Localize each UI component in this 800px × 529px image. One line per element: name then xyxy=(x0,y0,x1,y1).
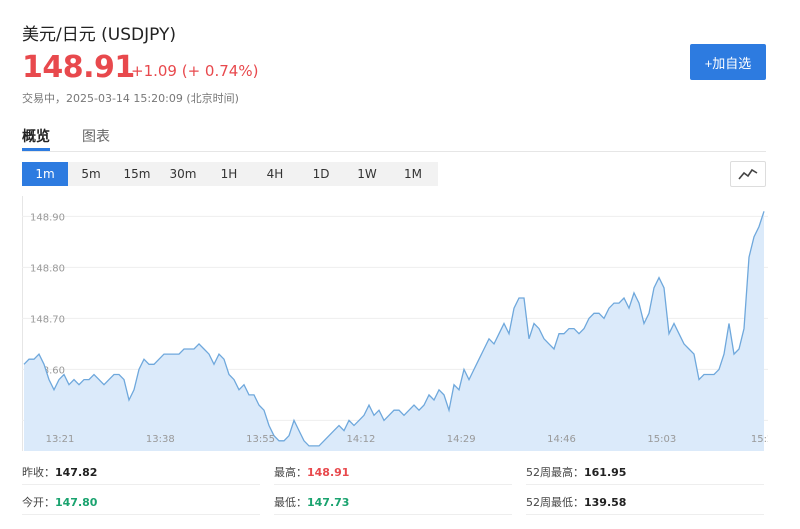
period-1d[interactable]: 1D xyxy=(298,162,344,186)
open-label: 今开： xyxy=(22,496,55,509)
w52-high-stat: 52周最高：161.95 xyxy=(526,464,626,480)
period-selector: 1m 5m 15m 30m 1H 4H 1D 1W 1M xyxy=(22,162,438,186)
period-1m[interactable]: 1m xyxy=(22,162,68,186)
x-tick-label: 15:03 xyxy=(647,434,676,445)
x-tick-label: 13:38 xyxy=(146,434,175,445)
high-value: 148.91 xyxy=(307,466,350,479)
w52-high-label: 52周最高： xyxy=(526,466,584,479)
divider xyxy=(526,484,764,485)
divider xyxy=(22,514,260,515)
w52-low-label: 52周最低： xyxy=(526,496,584,509)
x-tick-label: 15:2 xyxy=(751,434,768,445)
open-stat: 今开：147.80 xyxy=(22,494,97,510)
period-30m[interactable]: 30m xyxy=(160,162,206,186)
period-15m[interactable]: 15m xyxy=(114,162,160,186)
y-tick-label: 148.90 xyxy=(30,212,65,223)
line-chart-icon xyxy=(738,168,758,180)
period-1w[interactable]: 1W xyxy=(344,162,390,186)
y-tick-label: 148.70 xyxy=(30,314,65,325)
open-value: 147.80 xyxy=(55,496,98,509)
y-tick-label: 148.80 xyxy=(30,263,65,274)
tab-bar: 概览 图表 xyxy=(22,122,766,152)
tab-overview[interactable]: 概览 xyxy=(22,126,50,146)
x-tick-label: 13:55 xyxy=(246,434,275,445)
divider xyxy=(274,514,512,515)
price-change: +1.09 (+ 0.74%) xyxy=(131,62,259,80)
period-5m[interactable]: 5m xyxy=(68,162,114,186)
prev-close-value: 147.82 xyxy=(55,466,98,479)
high-stat: 最高：148.91 xyxy=(274,464,349,480)
w52-low-stat: 52周最低：139.58 xyxy=(526,494,626,510)
divider xyxy=(526,514,764,515)
add-watchlist-button[interactable]: +加自选 xyxy=(690,44,766,80)
page-title: 美元/日元 (USDJPY) xyxy=(22,25,176,45)
w52-high-value: 161.95 xyxy=(584,466,627,479)
chart-type-button[interactable] xyxy=(730,161,766,187)
x-tick-label: 14:29 xyxy=(447,434,476,445)
prev-close-label: 昨收： xyxy=(22,466,55,479)
tab-chart[interactable]: 图表 xyxy=(82,126,110,146)
period-4h[interactable]: 4H xyxy=(252,162,298,186)
prev-close-stat: 昨收：147.82 xyxy=(22,464,97,480)
high-label: 最高： xyxy=(274,466,307,479)
low-value: 147.73 xyxy=(307,496,350,509)
x-tick-label: 13:21 xyxy=(46,434,75,445)
period-1h[interactable]: 1H xyxy=(206,162,252,186)
low-label: 最低： xyxy=(274,496,307,509)
price-area xyxy=(24,211,764,451)
x-tick-label: 14:12 xyxy=(346,434,375,445)
divider xyxy=(274,484,512,485)
x-tick-label: 14:46 xyxy=(547,434,576,445)
active-tab-indicator xyxy=(22,148,50,151)
trading-status: 交易中，2025-03-14 15:20:09 (北京时间) xyxy=(22,92,239,105)
low-stat: 最低：147.73 xyxy=(274,494,349,510)
price-chart[interactable]: 148.50148.60148.70148.80148.9013:2113:38… xyxy=(22,196,768,451)
period-1mo[interactable]: 1M xyxy=(390,162,436,186)
current-price: 148.91 xyxy=(22,50,135,85)
w52-low-value: 139.58 xyxy=(584,496,627,509)
divider xyxy=(22,484,260,485)
